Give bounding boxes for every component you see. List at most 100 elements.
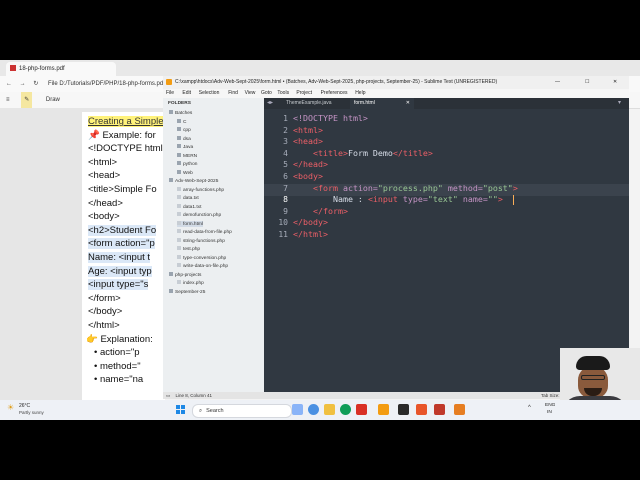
sidebar-file[interactable]: type-conversion.php (177, 254, 226, 261)
sidebar-file[interactable]: string-functions.php (177, 237, 225, 244)
menu-item-find[interactable]: Find (228, 89, 238, 98)
sidebar-file[interactable]: index.php (177, 280, 204, 286)
tray-chevron-icon[interactable]: ^ (528, 405, 531, 411)
lang-label[interactable]: ENG (545, 403, 555, 408)
sidebar-file[interactable]: data1.txt (177, 203, 201, 210)
code-line: <form action="process.php" method="post"… (293, 183, 518, 193)
menu-item-help[interactable]: Help (355, 89, 365, 98)
windows-start-icon[interactable] (176, 405, 186, 415)
sidebar-file[interactable]: data.txt (177, 195, 199, 201)
sidebar-item-label: demofunction.php (183, 213, 222, 218)
taskbar-search[interactable]: ⌕ Search (192, 404, 292, 418)
back-icon[interactable]: ← (6, 81, 12, 87)
weather-icon[interactable]: ☀ (7, 403, 14, 412)
sidebar-folder[interactable]: Batches (169, 110, 192, 116)
chrome-icon[interactable] (340, 404, 351, 415)
menu-item-edit[interactable]: Edit (182, 89, 191, 98)
sublime-app-icon (166, 78, 172, 85)
sublime-taskbar-icon[interactable] (378, 404, 389, 415)
menu-item-goto[interactable]: Goto (261, 89, 272, 98)
tab-dropdown-icon[interactable]: ▾ (618, 98, 621, 109)
sidebar-file[interactable]: write-data-on-file.php (177, 263, 228, 269)
files-icon[interactable] (292, 404, 303, 415)
tab-close-icon[interactable]: ✕ (406, 98, 410, 109)
pdf-tab[interactable]: 18-php-forms.pdf (6, 62, 116, 76)
code-token: "text" (427, 194, 458, 205)
folder-icon (177, 161, 181, 165)
minimize-icon[interactable]: — (555, 76, 560, 89)
menu-item-view[interactable]: View (245, 89, 256, 98)
sidebar-file[interactable]: read-data-from-file.php (177, 229, 232, 235)
sidebar-item-label: php-projects (175, 272, 202, 278)
explorer-icon[interactable] (324, 404, 335, 415)
app-icon-red[interactable] (356, 404, 367, 415)
pdf-page: Creating a Simple 📌 Example: for <!DOCTYPE… (82, 112, 165, 400)
sidebar-file[interactable]: form.html (177, 220, 203, 227)
menu-icon[interactable]: ≡ (6, 97, 10, 103)
tab-nav-icon[interactable]: ◂▸ (267, 98, 273, 109)
tab-label: form.html (354, 100, 375, 106)
sidebar-folder[interactable]: cpp (177, 127, 191, 133)
edge-icon[interactable] (308, 404, 319, 415)
line-number: 7 (283, 183, 288, 193)
sidebar-folder[interactable]: Web (177, 169, 193, 176)
tab-theme-example[interactable]: ThemeExample.java (282, 98, 348, 109)
draw-button[interactable]: Draw (46, 97, 60, 103)
menu-item-preferences[interactable]: Preferences (321, 89, 348, 98)
pdf-file-icon (10, 65, 16, 72)
tab-form-html[interactable]: form.html ✕ (350, 98, 414, 109)
menu-item-selection[interactable]: Selection (199, 89, 220, 98)
code-token: > (497, 194, 503, 205)
forward-icon[interactable]: → (20, 81, 26, 87)
pdf-text-line: </form> (88, 292, 121, 304)
brave-icon[interactable] (416, 404, 427, 415)
code-token: type= (402, 194, 428, 205)
close-icon[interactable]: ✕ (613, 76, 617, 89)
highlight-icon[interactable]: ✎ (21, 92, 33, 108)
sidebar-folder[interactable]: C (177, 118, 186, 125)
folder-icon (177, 127, 181, 131)
pdf-text-line: <!DOCTYPE html> (88, 143, 165, 155)
line-number: 1 (283, 114, 288, 123)
sidebar-file[interactable]: array-functions.php (177, 186, 225, 193)
sidebar-folder[interactable]: php-projects (169, 271, 202, 278)
file-icon (177, 280, 181, 284)
sidebar-folder[interactable]: Java (177, 144, 193, 150)
pdf-text-line: <h2>Student Fo (88, 224, 157, 236)
sidebar-file[interactable]: demofunction.php (177, 212, 221, 218)
file-icon (177, 263, 181, 267)
sidebar-folder[interactable]: dsa (177, 135, 191, 142)
menu-item-project[interactable]: Project (296, 89, 312, 98)
code-token: Name : (293, 194, 368, 205)
sidebar-item-label: form.html (183, 221, 203, 227)
sidebar-item-label: Java (183, 145, 194, 150)
folder-icon (169, 271, 173, 276)
folder-icon (177, 135, 181, 140)
maximize-icon[interactable]: ☐ (585, 76, 589, 89)
code-token: > (512, 182, 518, 193)
sublime-tab-bar: ◂▸ ThemeExample.java form.html ✕ ▾ (264, 98, 629, 109)
sidebar-file[interactable]: test.php (177, 246, 200, 252)
menu-item-file[interactable]: File (166, 89, 174, 98)
pdf-text-line: <body> (88, 211, 120, 223)
sidebar-item-label: array-functions.php (183, 187, 225, 193)
line-number: 6 (283, 172, 288, 181)
folder-icon (177, 144, 181, 148)
app-icon-dark[interactable] (398, 404, 409, 415)
pdf-taskbar-icon[interactable] (434, 404, 445, 415)
code-token: "process.php" (377, 182, 443, 193)
pdf-tab-bar: 18-php-forms.pdf (0, 60, 640, 76)
sidebar-folder[interactable]: September-25 (169, 288, 205, 295)
status-panel-icon[interactable]: ▭ (166, 393, 170, 398)
sidebar-folder[interactable]: python (177, 161, 197, 167)
menu-item-tools[interactable]: Tools (277, 89, 289, 98)
code-token: </html> (293, 229, 328, 239)
sidebar-folder[interactable]: MERN (177, 152, 197, 159)
code-token: Form Demo (347, 147, 393, 158)
sidebar-folder[interactable]: Adv-Web-Sept-2025 (169, 178, 218, 184)
reload-icon[interactable]: ↻ (33, 81, 38, 87)
xampp-icon[interactable] (454, 404, 465, 415)
file-icon (177, 237, 181, 242)
code-line: Name : <input type="text" name=""> (293, 194, 503, 204)
sidebar-item-label: test.php (183, 247, 201, 252)
